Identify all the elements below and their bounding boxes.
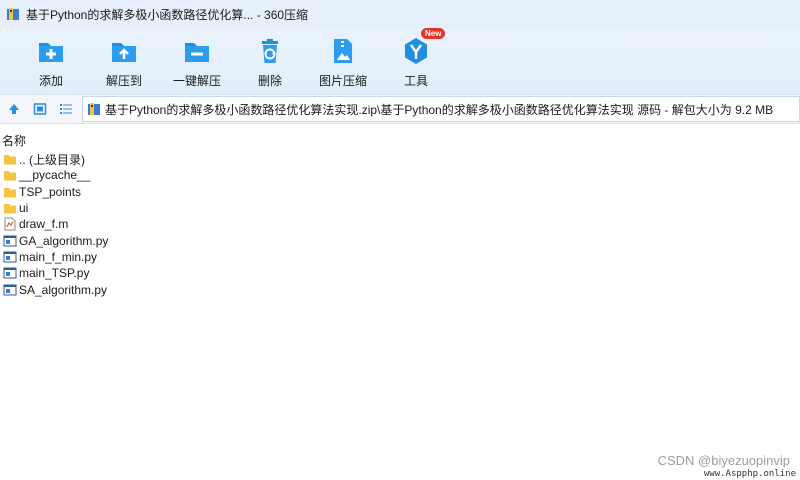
add-button[interactable]: 添加	[16, 28, 86, 89]
tools-icon	[405, 38, 427, 64]
zip-archive-icon	[88, 103, 100, 115]
folder-icon	[4, 171, 16, 181]
list-item-parent-dir[interactable]: .. (上级目录)	[0, 151, 800, 167]
up-level-button[interactable]	[2, 97, 26, 121]
python-file-icon	[3, 284, 17, 296]
one-click-extract-label: 一键解压	[172, 74, 221, 88]
extract-to-label: 解压到	[105, 74, 142, 88]
add-icon	[39, 43, 63, 62]
window-title: 基于Python的求解多极小函数路径优化算... - 360压缩	[26, 7, 309, 22]
address-path: 基于Python的求解多极小函数路径优化算法实现.zip\基于Python的求解…	[105, 102, 774, 117]
file-name: GA_algorithm.py	[19, 233, 109, 248]
address-bar: 基于Python的求解多极小函数路径优化算法实现.zip\基于Python的求解…	[0, 94, 800, 124]
file-name: main_f_min.py	[19, 249, 98, 264]
image-compress-button[interactable]: 图片压缩	[308, 28, 378, 89]
list-item-draw-f-m[interactable]: draw_f.m	[0, 216, 800, 232]
thumbnail-view-button[interactable]	[28, 97, 52, 121]
site-watermark: www.Aspphp.online	[703, 469, 796, 479]
file-list: .. (上级目录) __pycache__ TSP_points ui draw…	[0, 151, 800, 298]
extract-to-button[interactable]: 解压到	[89, 28, 159, 89]
file-name: main_TSP.py	[19, 266, 90, 281]
address-field[interactable]: 基于Python的求解多极小函数路径优化算法实现.zip\基于Python的求解…	[82, 96, 800, 122]
file-name: .. (上级目录)	[19, 152, 85, 167]
file-name: SA_algorithm.py	[19, 282, 108, 297]
csdn-watermark: CSDN @biyezuopinvip	[657, 453, 790, 468]
toolbar: 添加 解压到 一键解压 删除 图片压缩 New 工具	[0, 28, 800, 94]
folder-icon	[4, 155, 16, 165]
tools-label: 工具	[403, 74, 428, 88]
archive-app-icon	[7, 8, 19, 20]
name-column-header[interactable]: 名称	[0, 132, 800, 150]
new-badge: New	[421, 28, 446, 39]
file-name: __pycache__	[19, 168, 91, 183]
arrow-up-icon	[9, 104, 19, 114]
list-item-tsp-points[interactable]: TSP_points	[0, 184, 800, 200]
file-name: TSP_points	[19, 184, 82, 199]
list-item-ga-algorithm[interactable]: GA_algorithm.py	[0, 232, 800, 248]
image-compress-label: 图片压缩	[318, 74, 367, 88]
python-file-icon	[3, 235, 17, 247]
image-compress-icon	[334, 39, 352, 63]
add-label: 添加	[38, 74, 63, 88]
python-file-icon	[3, 267, 17, 279]
python-file-icon	[3, 251, 17, 263]
folder-icon	[4, 187, 16, 198]
name-column-label: 名称	[2, 134, 27, 148]
recycle-delete-icon	[262, 39, 278, 63]
list-view-button[interactable]	[54, 97, 78, 121]
tools-button[interactable]: New 工具	[381, 28, 451, 89]
thumbnail-view-icon	[33, 103, 47, 115]
list-item-main-tsp[interactable]: main_TSP.py	[0, 265, 800, 281]
file-name: ui	[19, 201, 29, 216]
one-click-extract-button[interactable]: 一键解压	[162, 28, 232, 89]
delete-button[interactable]: 删除	[235, 28, 305, 89]
matlab-file-icon	[4, 217, 16, 231]
delete-label: 删除	[257, 74, 282, 88]
list-view-icon	[60, 104, 72, 114]
list-item-ui[interactable]: ui	[0, 200, 800, 216]
one-click-extract-icon	[185, 43, 209, 62]
list-item-pycache[interactable]: __pycache__	[0, 167, 800, 183]
title-bar: 基于Python的求解多极小函数路径优化算... - 360压缩	[0, 0, 800, 28]
file-name: draw_f.m	[19, 217, 69, 232]
folder-icon	[4, 204, 16, 214]
list-item-main-f-min[interactable]: main_f_min.py	[0, 249, 800, 265]
list-item-sa-algorithm[interactable]: SA_algorithm.py	[0, 281, 800, 297]
extract-to-icon	[112, 43, 136, 62]
